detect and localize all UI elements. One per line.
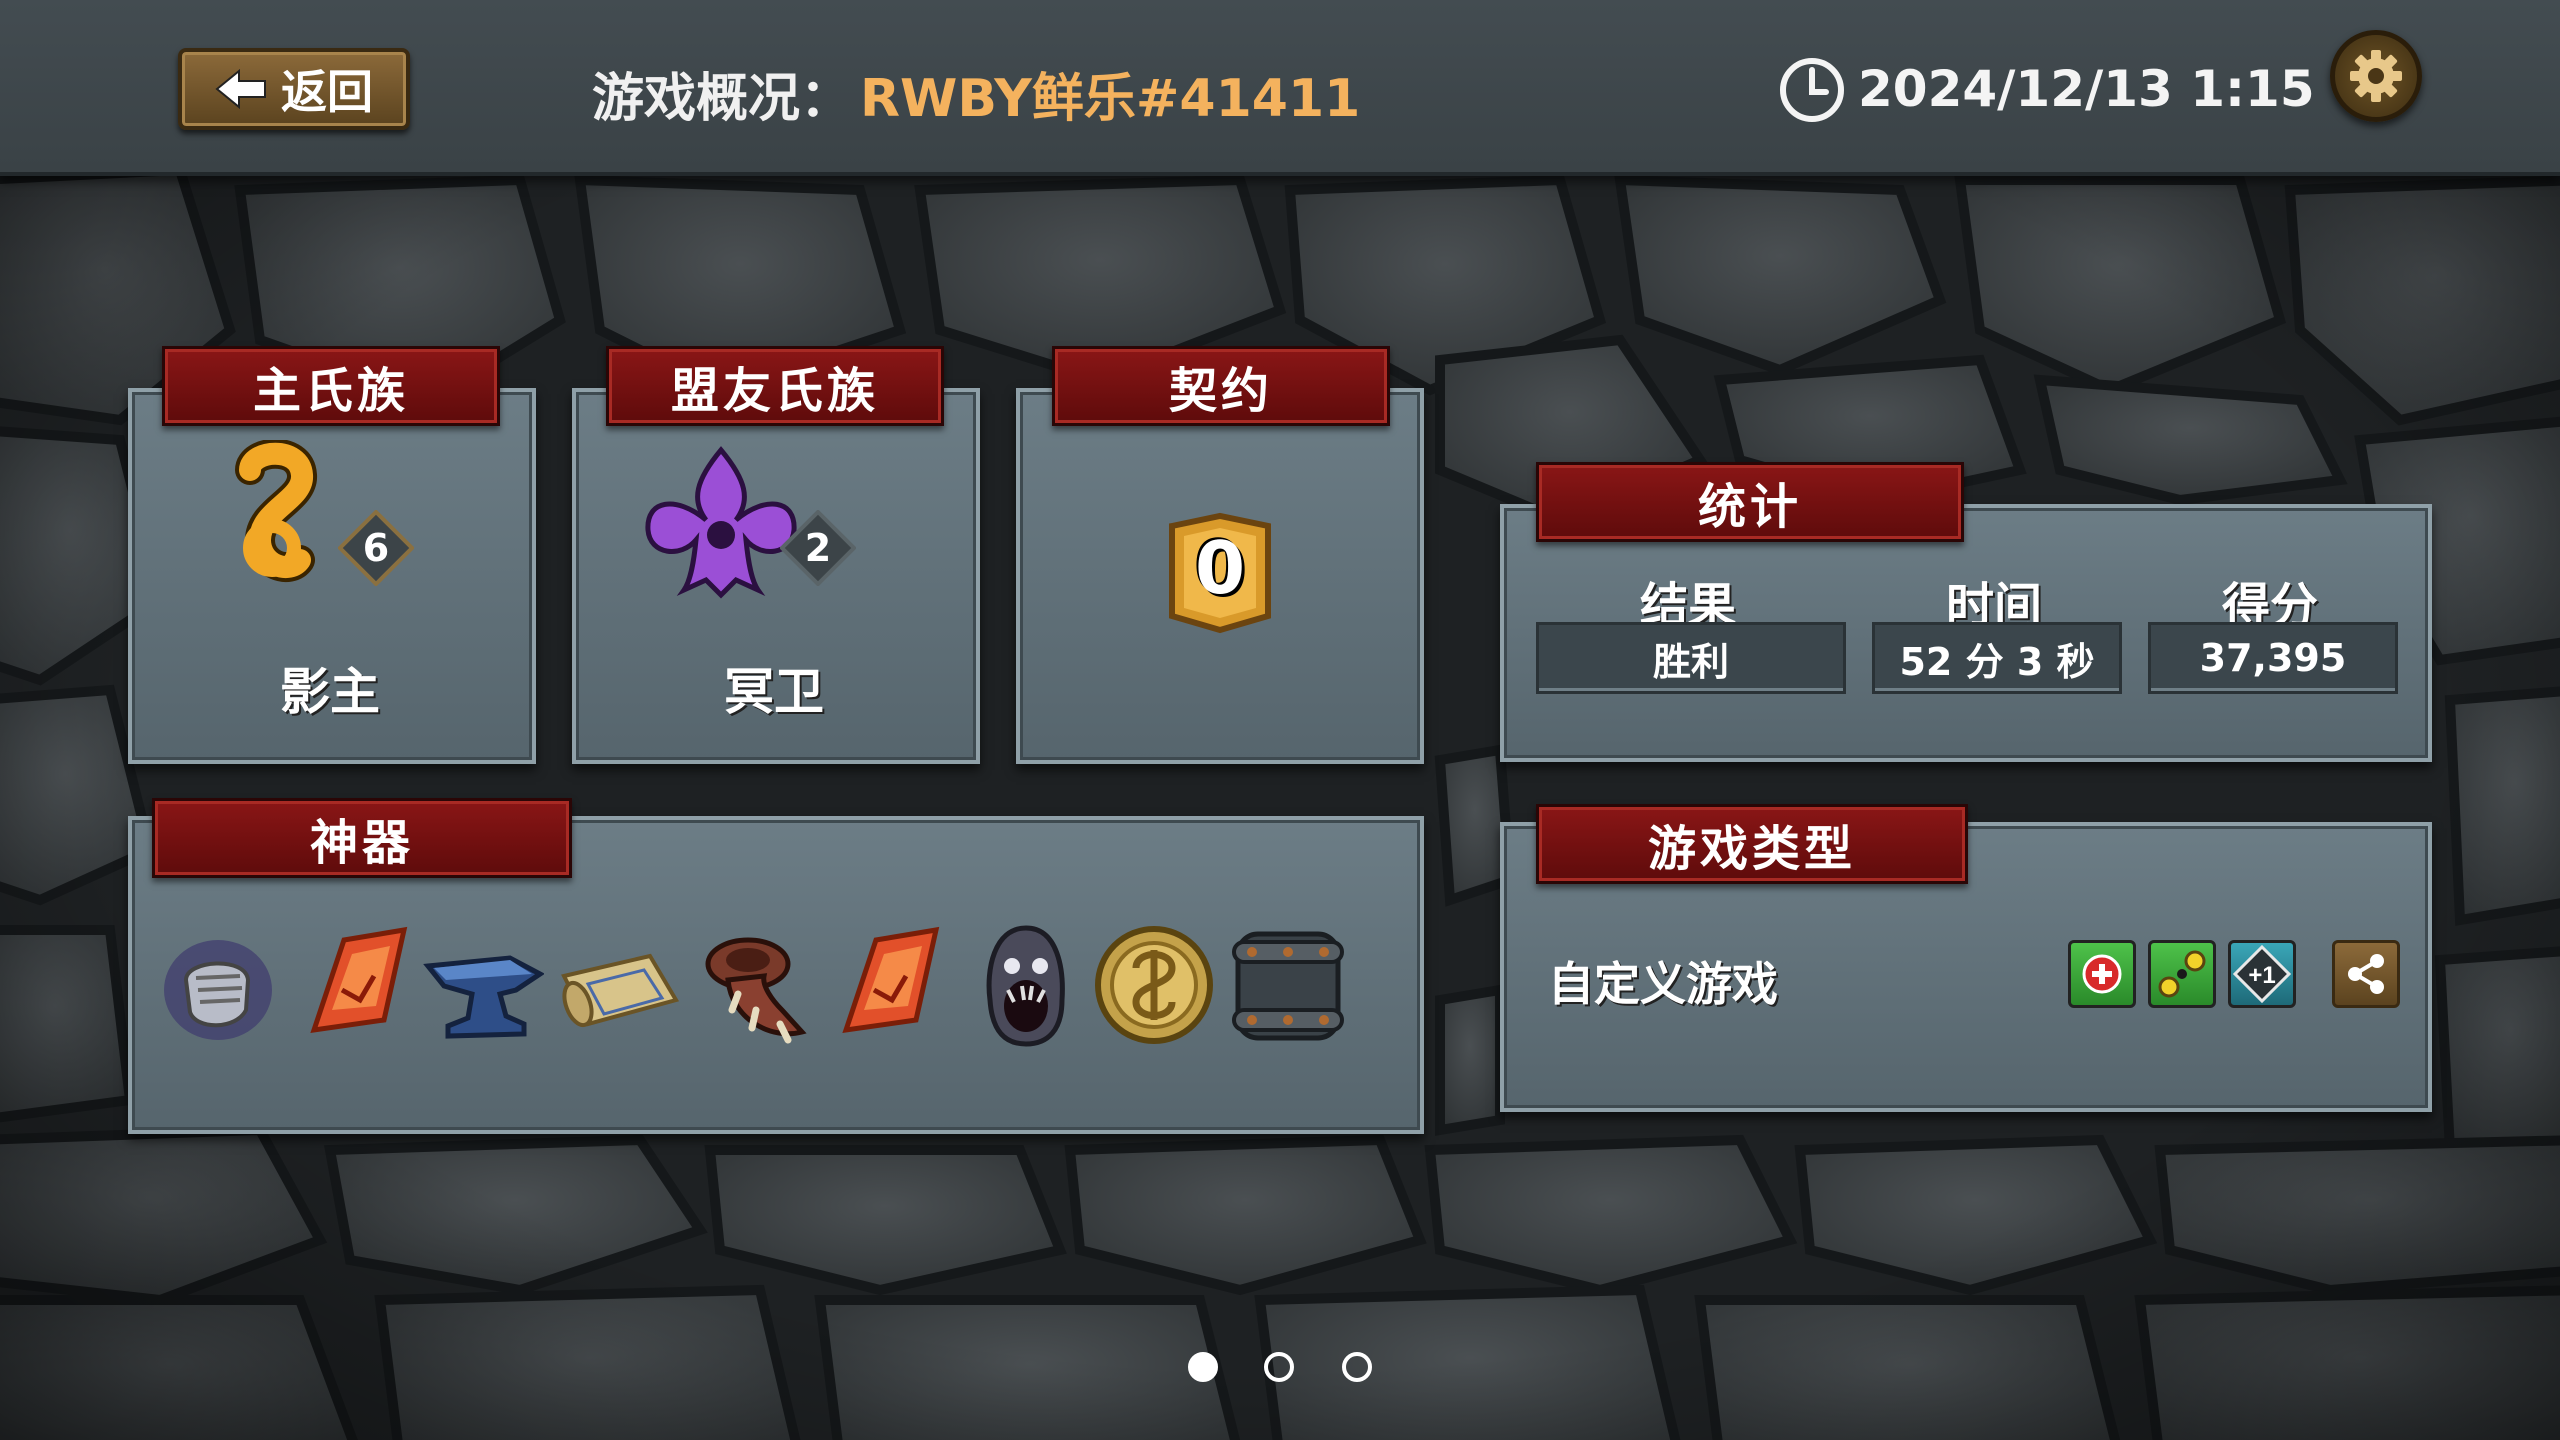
top-bar: 返回 游戏概况： RWBY鲜乐#41411 2024/12/13 1:15 [0,0,2560,176]
main-clan-name: 影主 [280,663,380,721]
plus-one-symbol: +1 [2232,944,2292,1004]
game-type-banner: 游戏类型 [1536,804,1968,884]
golden-coin-icon[interactable] [1092,920,1216,1050]
clock-icon [1780,58,1844,122]
plus-one-diamond-icon[interactable]: +1 [2228,940,2296,1008]
artifacts-banner: 神器 [152,798,572,878]
red-cross-health-icon[interactable] [2068,940,2136,1008]
red-crystal-icon[interactable] [294,920,418,1050]
page-dot-1[interactable] [1188,1352,1218,1382]
game-datetime: 2024/12/13 1:15 [1858,60,2315,118]
score-value: 37,395 [2148,622,2398,694]
share-button[interactable] [2332,940,2400,1008]
pact-value: 0 [1194,526,1246,610]
gold-orbs-symbol [2158,950,2206,998]
ally-clan-banner: 盟友氏族 [606,346,944,426]
back-button-label: 返回 [281,65,373,119]
stats-banner: 统计 [1536,462,1964,542]
anvil-icon[interactable] [420,920,544,1050]
main-clan-level: 6 [362,526,390,570]
shadow-gauntlet-icon[interactable] [156,920,280,1050]
iron-barrel-icon[interactable] [1226,920,1350,1050]
main-clan-banner: 主氏族 [162,346,500,426]
page-dot-3[interactable] [1342,1352,1372,1382]
time-value: 52 分 3 秒 [1872,622,2122,694]
spiked-horn-icon[interactable] [692,920,816,1050]
red-crystal-icon[interactable] [826,920,950,1050]
ally-clan-name: 冥卫 [724,663,824,721]
pact-banner: 契约 [1052,346,1390,426]
red-cross-symbol [2082,954,2122,994]
scroll-map-icon[interactable] [558,920,682,1050]
gold-orbs-icon[interactable] [2148,940,2216,1008]
game-name: RWBY鲜乐#41411 [860,69,1361,129]
settings-button[interactable] [2330,30,2422,122]
share-icon [2348,954,2384,994]
game-type-value: 自定义游戏 [1548,957,1778,1011]
page-title-label: 游戏概况： [592,69,853,129]
arrow-left-icon [215,69,266,109]
svg-text:+1: +1 [2248,962,2275,989]
screaming-ghost-icon[interactable] [964,920,1088,1050]
back-button[interactable]: 返回 [178,48,410,130]
page-dot-2[interactable] [1264,1352,1294,1382]
shadow-lord-sigil-icon [235,440,317,582]
gear-icon [2350,50,2402,102]
ally-clan-level: 2 [804,526,832,570]
result-value: 胜利 [1536,622,1846,694]
